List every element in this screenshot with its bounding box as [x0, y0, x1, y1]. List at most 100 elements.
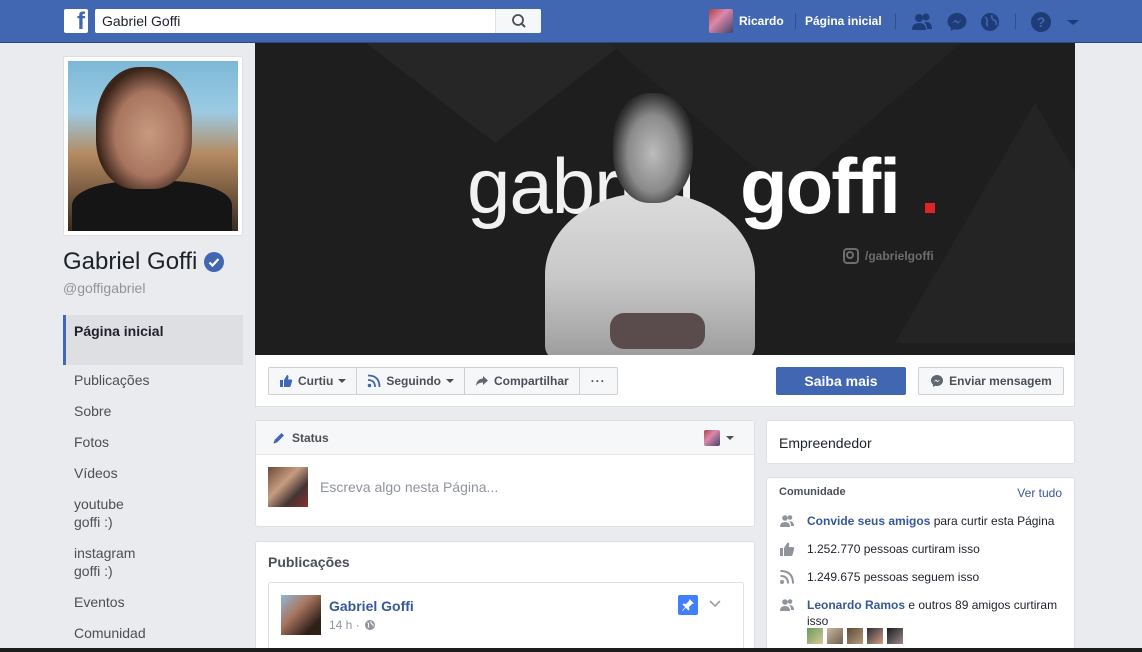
post-composer: Status Escreva algo nesta Página... — [255, 420, 755, 527]
send-message-label: Enviar mensagem — [949, 374, 1052, 388]
facebook-logo-icon[interactable]: f — [64, 8, 88, 35]
likes-count-text: 1.252.770 pessoas curtiram isso — [807, 542, 980, 556]
top-navigation-bar: f Ricardo Página inicial ? — [0, 0, 1142, 43]
page-category[interactable]: Empreendedor — [766, 420, 1075, 464]
page-handle[interactable]: @goffigabriel — [63, 280, 145, 296]
pinned-post: Gabriel Goffi 14 h · — [268, 582, 744, 652]
window-bottom-edge — [0, 648, 1142, 652]
search-box — [95, 9, 541, 33]
instagram-icon — [843, 248, 859, 264]
sidebar-item-photos[interactable]: Fotos — [63, 426, 243, 457]
search-button[interactable] — [495, 9, 541, 33]
search-icon — [512, 14, 526, 28]
search-input[interactable] — [95, 9, 495, 33]
liked-label: Curtiu — [298, 374, 334, 388]
friend-avatar[interactable] — [807, 628, 823, 644]
learn-more-button[interactable]: Saiba mais — [776, 367, 906, 395]
friend-avatar[interactable] — [847, 628, 863, 644]
share-button[interactable]: Compartilhar — [465, 368, 580, 394]
tab-status-label: Status — [292, 430, 329, 445]
chevron-down-icon — [726, 436, 734, 440]
cover-wordmark-bold: goffi — [740, 142, 901, 230]
user-name: Ricardo — [739, 14, 784, 28]
messenger-icon[interactable] — [946, 11, 968, 33]
page-action-buttons: Curtiu Seguindo Compartilhar ··· — [268, 367, 618, 395]
messenger-icon — [931, 375, 944, 387]
thumbs-up-icon — [280, 375, 293, 387]
sidebar-item-youtube[interactable]: youtube goffi :) — [63, 488, 153, 537]
sidebar-item-events[interactable]: Eventos — [63, 586, 243, 617]
svg-text:?: ? — [1037, 14, 1046, 30]
invite-friends-row: Convide seus amigos para curtir esta Pág… — [779, 513, 1054, 529]
more-ellipsis-icon: ··· — [590, 374, 606, 388]
friend-avatar[interactable] — [827, 628, 843, 644]
post-author-avatar[interactable] — [281, 595, 321, 635]
post-time-text: 14 h · — [329, 618, 360, 632]
followers-count-text: 1.249.675 pessoas seguem isso — [807, 570, 980, 584]
liked-button[interactable]: Curtiu — [269, 368, 358, 394]
post-as-avatar — [704, 430, 720, 446]
chevron-down-icon — [338, 379, 347, 383]
share-label: Compartilhar — [494, 374, 569, 388]
notifications-globe-icon[interactable] — [979, 11, 1001, 33]
friend-avatar[interactable] — [867, 628, 883, 644]
nav-divider — [895, 13, 896, 29]
invite-friends-text: para curtir esta Página — [930, 514, 1055, 528]
following-label: Seguindo — [386, 374, 441, 388]
profile-photo — [68, 61, 238, 231]
invite-people-icon — [780, 515, 794, 527]
send-message-button[interactable]: Enviar mensagem — [918, 367, 1064, 395]
post-author-name[interactable]: Gabriel Goffi — [329, 598, 414, 614]
instagram-handle-text: /gabrielgoffi — [865, 249, 934, 263]
friend-avatar[interactable] — [887, 628, 903, 644]
sidebar-item-about[interactable]: Sobre — [63, 395, 243, 426]
verified-badge-icon — [204, 252, 225, 272]
sidebar-item-instagram[interactable]: instagram goffi :) — [63, 537, 153, 586]
cover-photo[interactable]: gabriel goffi /gabrielgoffi — [255, 43, 1075, 355]
more-options-button[interactable]: ··· — [580, 368, 617, 394]
nav-divider — [1015, 13, 1016, 29]
chevron-down-icon — [446, 379, 454, 383]
cover-instagram-handle: /gabrielgoffi — [843, 248, 934, 264]
home-link[interactable]: Página inicial — [805, 14, 882, 28]
page-title: Gabriel Goffi — [63, 248, 225, 276]
friend-name-link[interactable]: Leonardo Ramos — [807, 598, 905, 612]
followers-count-row: 1.249.675 pessoas seguem isso — [779, 569, 979, 585]
post-timestamp[interactable]: 14 h · — [329, 618, 376, 632]
likes-count-row: 1.252.770 pessoas curtiram isso — [779, 541, 980, 557]
rss-follow-icon — [368, 374, 381, 388]
invite-friends-link[interactable]: Convide seus amigos — [807, 514, 930, 528]
page-action-bar: Curtiu Seguindo Compartilhar ··· Saiba m… — [255, 355, 1075, 407]
post-options-chevron-down-icon[interactable] — [709, 599, 721, 609]
friends-icon — [780, 599, 794, 611]
posts-section: Publicações Gabriel Goffi 14 h · — [255, 541, 755, 652]
composer-input[interactable]: Escreva algo nesta Página... — [320, 479, 498, 495]
sidebar-item-posts[interactable]: Publicações — [63, 365, 243, 395]
community-title: Comunidade — [779, 486, 846, 498]
thumbs-up-icon — [780, 542, 795, 556]
nav-divider — [795, 13, 796, 29]
friends-liked-row: Leonardo Ramos e outros 89 amigos curtir… — [779, 597, 1064, 629]
following-button[interactable]: Seguindo — [357, 368, 465, 394]
sidebar-item-home[interactable]: Página inicial — [63, 315, 183, 365]
sidebar-item-community[interactable]: Comunidad — [63, 617, 243, 648]
tab-status[interactable]: Status — [256, 421, 754, 455]
friends-avatars — [807, 628, 907, 644]
pinned-post-icon — [678, 595, 698, 615]
composer-avatar — [268, 467, 308, 507]
rss-follow-icon — [780, 570, 794, 584]
sidebar-item-videos[interactable]: Vídeos — [63, 457, 243, 488]
post-as-selector[interactable] — [704, 430, 734, 446]
pencil-icon — [273, 432, 284, 443]
public-globe-icon — [364, 620, 375, 630]
page-profile-picture[interactable] — [63, 56, 243, 236]
help-icon[interactable]: ? — [1030, 11, 1052, 33]
page-name-text: Gabriel Goffi — [63, 248, 198, 275]
account-menu-chevron-down-icon[interactable] — [1062, 11, 1084, 33]
profile-link[interactable]: Ricardo — [709, 9, 784, 33]
see-all-link[interactable]: Ver tudo — [1017, 486, 1062, 500]
cover-red-dot — [925, 203, 935, 213]
posts-header: Publicações — [268, 554, 350, 570]
community-panel: Comunidade Ver tudo Convide seus amigos … — [766, 477, 1075, 652]
friend-requests-icon[interactable] — [911, 11, 933, 33]
